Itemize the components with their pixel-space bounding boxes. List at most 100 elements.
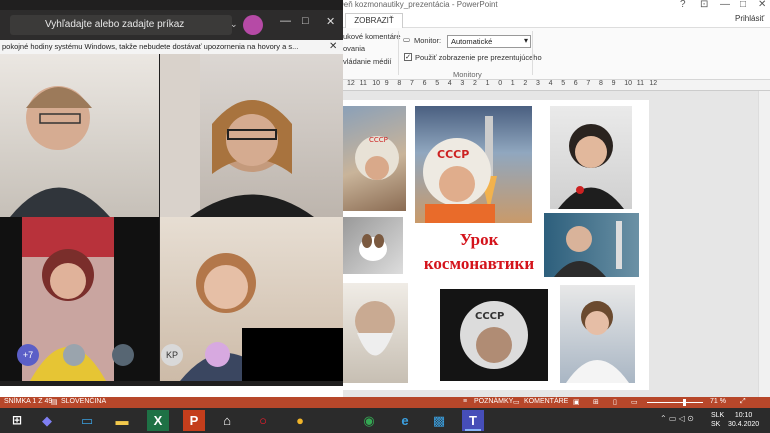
sign-in-link[interactable]: Prihlásiť bbox=[735, 14, 764, 23]
ruler-tick: 2 bbox=[473, 80, 477, 87]
clock-date: 30.4.2020 bbox=[728, 421, 760, 428]
ruler-tick: 4 bbox=[447, 80, 452, 87]
ruler-tick: 11 bbox=[359, 80, 367, 87]
close-icon[interactable]: ✕ bbox=[758, 0, 766, 10]
presenter-view-label: Použiť zobrazenie pre prezentujúceho bbox=[415, 53, 542, 62]
slideshow-icon[interactable]: ▭ bbox=[631, 398, 638, 406]
ruler-tick: 3 bbox=[536, 80, 540, 87]
speaker-notes-option[interactable]: ukové komentáre bbox=[343, 32, 401, 41]
slide-counter: SNÍMKA 1 Z 49 bbox=[4, 398, 53, 405]
maximize-icon[interactable]: □ bbox=[302, 15, 309, 27]
ruler-tick: 5 bbox=[435, 80, 440, 87]
ruler-tick: 1 bbox=[485, 80, 490, 87]
reading-view-icon[interactable]: ▯ bbox=[613, 398, 617, 406]
file-explorer-icon[interactable]: ▬ bbox=[111, 410, 133, 431]
presenter-view-checkbox[interactable]: ✓ bbox=[404, 53, 412, 61]
language-indicator[interactable]: SLOVENČINA bbox=[61, 398, 106, 405]
input-language[interactable]: SLK SK bbox=[711, 411, 724, 429]
monitor-label: Monitor: bbox=[414, 36, 442, 45]
ruler-tick: 7 bbox=[586, 80, 591, 87]
help-icon[interactable]: ? bbox=[680, 0, 686, 10]
tereshkova-photo bbox=[550, 106, 632, 209]
chevron-down-icon[interactable]: ⌄ bbox=[230, 19, 238, 30]
participant-video-tile[interactable] bbox=[0, 54, 159, 217]
windows-icon[interactable]: ⊞ bbox=[6, 410, 28, 431]
teams-search-bar[interactable]: Vyhľadajte alebo zadajte príkaz bbox=[10, 15, 232, 35]
horizontal-ruler: 12 11 10 9 8 7 6 5 4 3 2 1 0 1 2 3 4 5 6 7 8 9 10 11 12 bbox=[343, 80, 770, 91]
ruler-tick: 7 bbox=[410, 80, 414, 87]
zoom-slider-thumb[interactable] bbox=[683, 399, 686, 406]
edge-icon[interactable]: e bbox=[394, 410, 416, 431]
ribbon-divider bbox=[398, 31, 399, 75]
gagarin-photo: СССР bbox=[415, 106, 532, 223]
monitor-select[interactable]: Automatické bbox=[447, 35, 531, 48]
ruler-tick: 2 bbox=[523, 80, 528, 87]
photos-icon[interactable]: ▩ bbox=[428, 410, 450, 431]
participant-initials-avatar[interactable]: KP bbox=[161, 344, 183, 366]
notification-banner: pokojné hodiny systému Windows, takže ne… bbox=[0, 40, 343, 54]
clock-time: 10:10 bbox=[734, 412, 753, 419]
powerpoint-icon[interactable]: P bbox=[183, 410, 205, 431]
sound-recorder-icon[interactable]: ● bbox=[289, 410, 311, 431]
tray-icons[interactable]: ⌃ ▭ ◁ ⊙ bbox=[660, 414, 694, 423]
current-slide[interactable]: СССР СССР Урок космонавтики СССР bbox=[343, 100, 649, 390]
ruler-tick: 4 bbox=[548, 80, 553, 87]
self-view-tile[interactable] bbox=[242, 328, 343, 381]
ruler-tick: 1 bbox=[510, 80, 515, 87]
avatar[interactable] bbox=[63, 344, 85, 366]
ruler-tick: 0 bbox=[498, 80, 503, 87]
teams-icon[interactable]: T bbox=[462, 410, 484, 431]
ruler-tick: 9 bbox=[611, 80, 616, 87]
avatar[interactable] bbox=[205, 342, 230, 367]
vertical-scrollbar[interactable] bbox=[758, 91, 770, 397]
slide-title-line-2: космонавтики bbox=[423, 254, 535, 273]
close-icon[interactable]: ✕ bbox=[326, 15, 335, 28]
space-dog-photo bbox=[343, 217, 403, 274]
rehearse-option[interactable]: ovania bbox=[343, 44, 365, 53]
comments-button[interactable]: KOMENTÁRE bbox=[524, 398, 568, 405]
home-icon[interactable]: ⌂ bbox=[216, 410, 238, 431]
zoom-level[interactable]: 71 % bbox=[710, 398, 726, 405]
ruler-tick: 12 bbox=[649, 80, 658, 87]
normal-view-icon[interactable]: ▣ bbox=[573, 398, 580, 406]
cosmonaut-photo: СССР bbox=[343, 106, 406, 211]
participant-video-tile[interactable] bbox=[160, 54, 343, 217]
ruler-tick: 10 bbox=[624, 80, 632, 87]
ruler-tick: 11 bbox=[636, 80, 645, 87]
comments-icon: ▭ bbox=[513, 399, 520, 406]
savitskaya-photo bbox=[560, 285, 635, 383]
minimize-icon[interactable]: — bbox=[280, 15, 291, 27]
avatar[interactable] bbox=[112, 344, 134, 366]
spellcheck-icon[interactable]: ▤ bbox=[51, 398, 58, 406]
tab-zobrazit[interactable]: ZOBRAZIŤ bbox=[345, 13, 403, 28]
ruler-tick: 5 bbox=[561, 80, 566, 87]
chrome-icon[interactable]: ◉ bbox=[358, 410, 380, 431]
system-clock[interactable]: 10:10 30.4.2020 bbox=[728, 411, 759, 429]
opera-icon[interactable]: ○ bbox=[252, 410, 274, 431]
ruler-tick: 12 bbox=[347, 80, 355, 87]
excel-icon[interactable]: X bbox=[147, 410, 169, 431]
slide-title[interactable]: Урок космонавтики bbox=[408, 228, 550, 276]
ruler-tick: 8 bbox=[397, 80, 402, 87]
ruler-tick: 9 bbox=[384, 80, 389, 87]
ruler-tick: 6 bbox=[573, 80, 578, 87]
cortana-icon[interactable]: ◆ bbox=[36, 410, 58, 431]
banner-text: pokojné hodiny systému Windows, takže ne… bbox=[2, 42, 299, 51]
avatar[interactable] bbox=[243, 15, 263, 35]
close-icon[interactable]: ✕ bbox=[329, 40, 337, 54]
ribbon-display-icon[interactable]: ⊡ bbox=[700, 0, 708, 10]
slide-sorter-icon[interactable]: ⊞ bbox=[593, 398, 599, 406]
task-view-icon[interactable]: ▭ bbox=[76, 410, 98, 431]
svg-text:СССР: СССР bbox=[475, 311, 504, 322]
ruler-tick: 10 bbox=[372, 80, 380, 87]
ruler-tick: 3 bbox=[460, 80, 465, 87]
maximize-icon[interactable]: □ bbox=[740, 0, 746, 10]
fit-to-window-icon[interactable]: ⤢ bbox=[740, 398, 746, 406]
ruler-tick: 6 bbox=[422, 80, 427, 87]
overflow-participants-badge[interactable]: +7 bbox=[17, 344, 39, 366]
minimize-icon[interactable]: — bbox=[720, 0, 730, 10]
notes-button[interactable]: POZNÁMKY bbox=[474, 398, 513, 405]
ribbon-group-label: Monitory bbox=[453, 70, 482, 79]
media-controls-option[interactable]: vládanie médií bbox=[343, 57, 391, 66]
zoom-slider[interactable] bbox=[647, 402, 703, 403]
